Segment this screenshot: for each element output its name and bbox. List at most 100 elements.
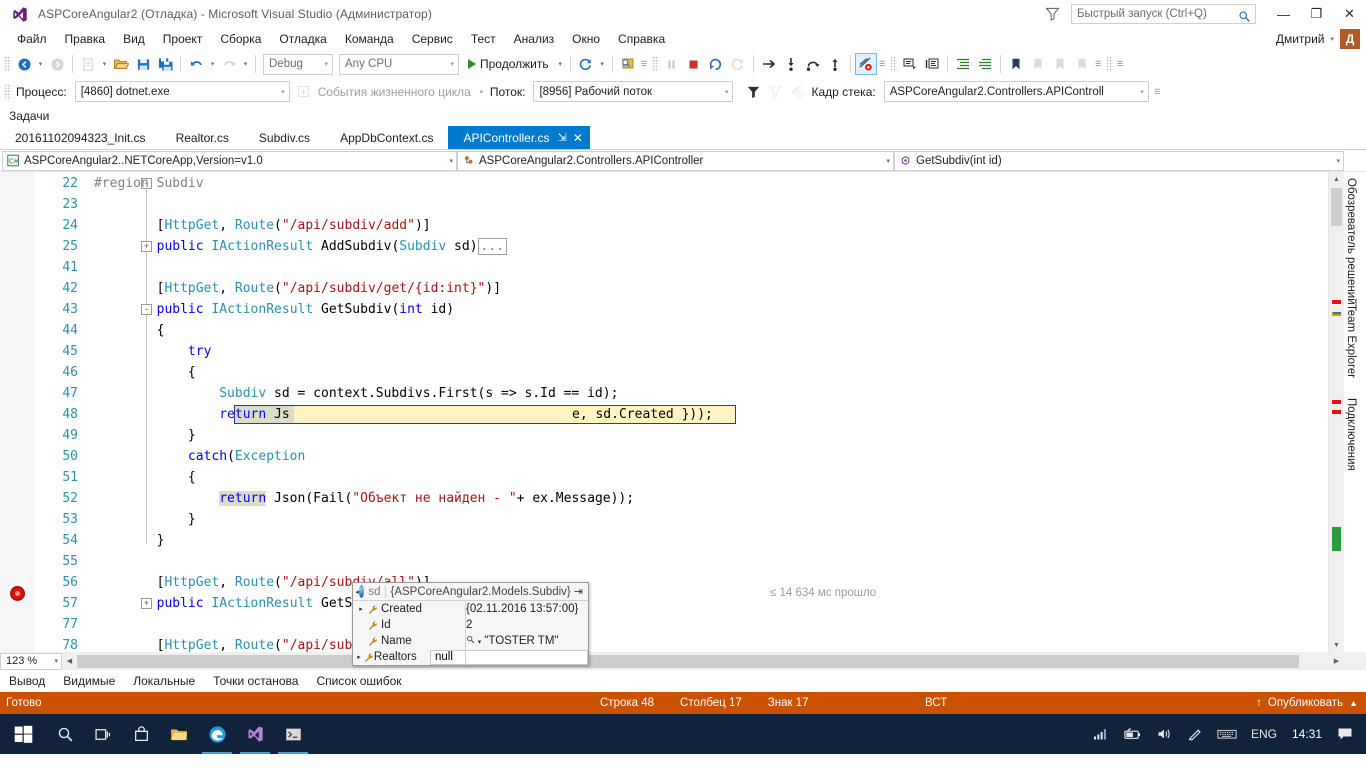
solution-config-combo[interactable]: Debug ▾: [263, 53, 333, 75]
tab-init-migration[interactable]: 20161102094323_Init.cs: [0, 126, 161, 149]
scroll-down-icon[interactable]: ▼: [1329, 638, 1344, 652]
find-dropdown-icon[interactable]: ☰: [639, 53, 650, 75]
continue-dropdown-icon[interactable]: ▾: [555, 53, 566, 75]
chevron-down-icon[interactable]: ▾: [725, 88, 729, 96]
breakpoints-toggle-icon[interactable]: [854, 53, 877, 75]
code-editor[interactable]: 22- #region Subdiv 23 24 [HttpGet, Route("/…: [0, 172, 1366, 666]
show-next-statement-icon[interactable]: [758, 53, 780, 75]
editor-vertical-scrollbar[interactable]: ▲ ▼: [1328, 172, 1344, 652]
code-line[interactable]: 78 [HttpGet, Route("/api/subdiv/delete/{…: [34, 635, 1328, 652]
bookmark-prev-icon[interactable]: [1027, 53, 1049, 75]
menu-item-project[interactable]: Проект: [154, 30, 212, 48]
datatip-row[interactable]: ▸ Created {02.11.2016 13:57:00}: [353, 601, 588, 617]
code-line[interactable]: 42 [HttpGet, Route("/api/subdiv/get/{id:…: [34, 278, 1328, 299]
pin-icon[interactable]: ⇲: [558, 131, 567, 144]
code-line[interactable]: 50 catch(Exception: [34, 446, 1328, 467]
bottom-tab-locals[interactable]: Локальные: [133, 672, 205, 690]
undo-icon[interactable]: [185, 53, 207, 75]
navbar-member-combo[interactable]: GetSubdiv(int id) ▾: [894, 150, 1344, 171]
tab-subdiv[interactable]: Subdiv.cs: [243, 126, 326, 149]
publish-label[interactable]: Опубликовать: [1268, 697, 1343, 709]
toolbar-grip[interactable]: [889, 56, 897, 72]
navbar-project-combo[interactable]: C# ASPCoreAngular2..NETCoreApp,Version=v…: [2, 150, 457, 171]
thread-combo[interactable]: [8956] Рабочий поток ▾: [533, 81, 734, 102]
outdent-icon[interactable]: [974, 53, 996, 75]
datatip-row[interactable]: Name ▾ "TOSTER TM": [353, 633, 588, 649]
toolbar-overflow-icon[interactable]: ☰: [1152, 81, 1163, 103]
chevron-down-icon[interactable]: ▾: [450, 60, 454, 68]
editor-horizontal-scrollbar[interactable]: [77, 652, 1329, 670]
code-line[interactable]: 45 try: [34, 341, 1328, 362]
menu-item-file[interactable]: Файл: [8, 30, 56, 48]
bottom-tab-autos[interactable]: Видимые: [63, 672, 125, 690]
menu-item-analyze[interactable]: Анализ: [505, 30, 564, 48]
close-icon[interactable]: ✕: [573, 131, 583, 145]
chevron-down-icon[interactable]: ▾: [476, 81, 487, 103]
stop-icon[interactable]: [683, 53, 705, 75]
chevron-down-icon[interactable]: ▾: [324, 60, 328, 68]
tray-overflow-icon[interactable]: [1072, 714, 1086, 754]
tasks-label[interactable]: Задачи: [9, 109, 49, 123]
datatip-row-value[interactable]: {02.11.2016 13:57:00}: [466, 603, 578, 615]
file-explorer-icon[interactable]: [160, 714, 198, 754]
dock-tab-connections[interactable]: Подключения: [1345, 398, 1357, 471]
pause-icon[interactable]: [661, 53, 683, 75]
code-line[interactable]: 48 return Js: [34, 404, 1328, 425]
breakpoint-marker[interactable]: [10, 586, 25, 601]
menu-item-tools[interactable]: Сервис: [403, 30, 462, 48]
chevron-down-icon[interactable]: ▾: [881, 157, 890, 165]
pin-icon[interactable]: ⇥: [571, 585, 586, 598]
editor-gutter[interactable]: [0, 172, 34, 652]
code-text-area[interactable]: 22- #region Subdiv 23 24 [HttpGet, Route("/…: [34, 172, 1328, 652]
redo-dropdown-icon[interactable]: ▾: [240, 53, 251, 75]
toolbar-overflow-icon[interactable]: ☰: [1115, 53, 1126, 75]
comment-icon[interactable]: [899, 53, 921, 75]
text-visualizer-icon[interactable]: ▾: [466, 635, 481, 647]
expand-arrow-icon[interactable]: ▸: [355, 653, 363, 661]
scrollbar-thumb[interactable]: [1331, 188, 1342, 226]
menu-item-window[interactable]: Окно: [563, 30, 609, 48]
menu-item-debug[interactable]: Отладка: [270, 30, 335, 48]
code-line[interactable]: 57+ public IActionResult GetSubdivs()...: [34, 593, 1328, 614]
refresh-icon[interactable]: [575, 53, 597, 75]
no-flag-icon[interactable]: [786, 81, 808, 103]
redo-icon[interactable]: [218, 53, 240, 75]
keyboard-icon[interactable]: [1210, 714, 1244, 754]
datatip-row[interactable]: Id 2: [353, 617, 588, 633]
menu-item-view[interactable]: Вид: [114, 30, 154, 48]
breakpoints-dropdown-icon[interactable]: ☰: [877, 53, 888, 75]
expand-arrow-icon[interactable]: ▸: [355, 605, 367, 613]
store-icon[interactable]: [122, 714, 160, 754]
toolbar-grip[interactable]: [1105, 56, 1113, 72]
nav-back-icon[interactable]: [13, 53, 35, 75]
search-icon[interactable]: [46, 714, 84, 754]
code-line[interactable]: 54 }: [34, 530, 1328, 551]
navbar-class-combo[interactable]: ASPCoreAngular2.Controllers.APIControlle…: [457, 150, 894, 171]
task-view-icon[interactable]: [84, 714, 122, 754]
chevron-down-icon[interactable]: ▾: [1330, 35, 1334, 43]
step-into-icon[interactable]: [780, 53, 802, 75]
indent-icon[interactable]: [952, 53, 974, 75]
menu-item-help[interactable]: Справка: [609, 30, 674, 48]
find-icon[interactable]: [617, 53, 639, 75]
action-center-icon[interactable]: [1330, 714, 1360, 754]
bookmarks-overflow-icon[interactable]: ☰: [1093, 53, 1104, 75]
scroll-left-icon[interactable]: ◀: [62, 657, 77, 665]
scroll-up-icon[interactable]: ▲: [1329, 172, 1344, 186]
battery-icon[interactable]: [1116, 714, 1149, 754]
maximize-button[interactable]: ❐: [1300, 0, 1333, 28]
chevron-down-icon[interactable]: ▾: [444, 157, 453, 165]
volume-icon[interactable]: [1149, 714, 1180, 754]
code-line[interactable]: 22- #region Subdiv: [34, 173, 1328, 194]
code-line[interactable]: 43- public IActionResult GetSubdiv(int i…: [34, 299, 1328, 320]
menu-item-team[interactable]: Команда: [336, 30, 403, 48]
code-line[interactable]: 46 {: [34, 362, 1328, 383]
dock-tab-solution-explorer[interactable]: Обозреватель решений: [1345, 178, 1357, 305]
hot-reload-icon[interactable]: [727, 53, 749, 75]
bottom-tab-breakpoints[interactable]: Точки останова: [213, 672, 308, 690]
filter-icon[interactable]: [742, 81, 764, 103]
bottom-tab-error-list[interactable]: Список ошибок: [316, 672, 411, 690]
uncomment-icon[interactable]: [921, 53, 943, 75]
open-file-icon[interactable]: [110, 53, 132, 75]
code-line[interactable]: 77: [34, 614, 1328, 635]
